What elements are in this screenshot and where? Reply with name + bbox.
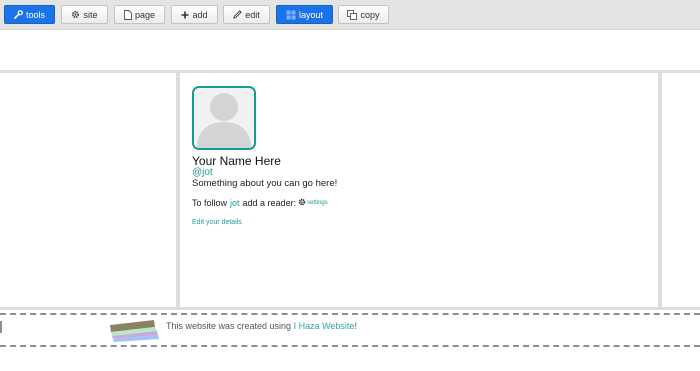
column-divider-left[interactable] bbox=[176, 73, 180, 308]
footer-credit-end: ! bbox=[354, 321, 357, 331]
footer-credit-text: This website was created using bbox=[166, 321, 292, 331]
settings-label: settings bbox=[307, 200, 328, 206]
copy-button[interactable]: copy bbox=[338, 5, 389, 24]
user-silhouette-icon bbox=[194, 88, 254, 148]
page-label: page bbox=[134, 9, 156, 20]
footer-credit-link[interactable]: I Haza Website bbox=[294, 321, 355, 331]
column-divider-right[interactable] bbox=[658, 73, 662, 308]
footer-edge-marker bbox=[0, 321, 2, 333]
page-button[interactable]: page bbox=[114, 5, 165, 24]
footer-credit: This website was created using I Haza We… bbox=[166, 321, 357, 331]
copy-label: copy bbox=[360, 9, 380, 20]
copy-icon bbox=[347, 9, 358, 20]
tools-button[interactable]: tools bbox=[4, 5, 55, 24]
profile-name: Your Name Here bbox=[192, 154, 281, 168]
header-area bbox=[0, 30, 700, 70]
site-button[interactable]: site bbox=[61, 5, 108, 24]
follow-prefix: To follow bbox=[192, 198, 228, 208]
edit-button[interactable]: edit bbox=[223, 5, 270, 24]
edit-label: edit bbox=[245, 9, 260, 20]
edit-details-link[interactable]: Edit your details bbox=[192, 219, 242, 226]
avatar[interactable] bbox=[192, 86, 256, 150]
layout-rule-top bbox=[0, 70, 700, 73]
site-label: site bbox=[83, 9, 98, 20]
profile-about: Something about you can go here! bbox=[192, 178, 338, 189]
toolbar: tools site page add edit layout copy bbox=[0, 0, 700, 30]
layout-button[interactable]: layout bbox=[276, 5, 333, 24]
wrench-icon bbox=[14, 10, 23, 19]
page-icon bbox=[124, 9, 132, 20]
add-label: add bbox=[192, 9, 208, 20]
layout-rule-bottom bbox=[0, 307, 700, 310]
profile-handle-link[interactable]: @jot bbox=[192, 167, 213, 178]
gear-icon bbox=[298, 198, 306, 208]
layout-label: layout bbox=[298, 9, 324, 20]
site-logo[interactable] bbox=[108, 318, 160, 344]
settings-link[interactable]: settings bbox=[298, 198, 328, 208]
follow-suffix: add a reader: bbox=[242, 198, 297, 208]
plus-icon bbox=[181, 11, 189, 19]
follow-line: To follow jot add a reader: settings bbox=[192, 198, 328, 208]
gear-icon bbox=[71, 10, 80, 19]
follow-link[interactable]: jot bbox=[230, 198, 240, 208]
tools-label: tools bbox=[25, 9, 45, 20]
add-button[interactable]: add bbox=[171, 5, 218, 24]
pencil-icon bbox=[233, 10, 242, 19]
grid-icon bbox=[286, 10, 296, 20]
